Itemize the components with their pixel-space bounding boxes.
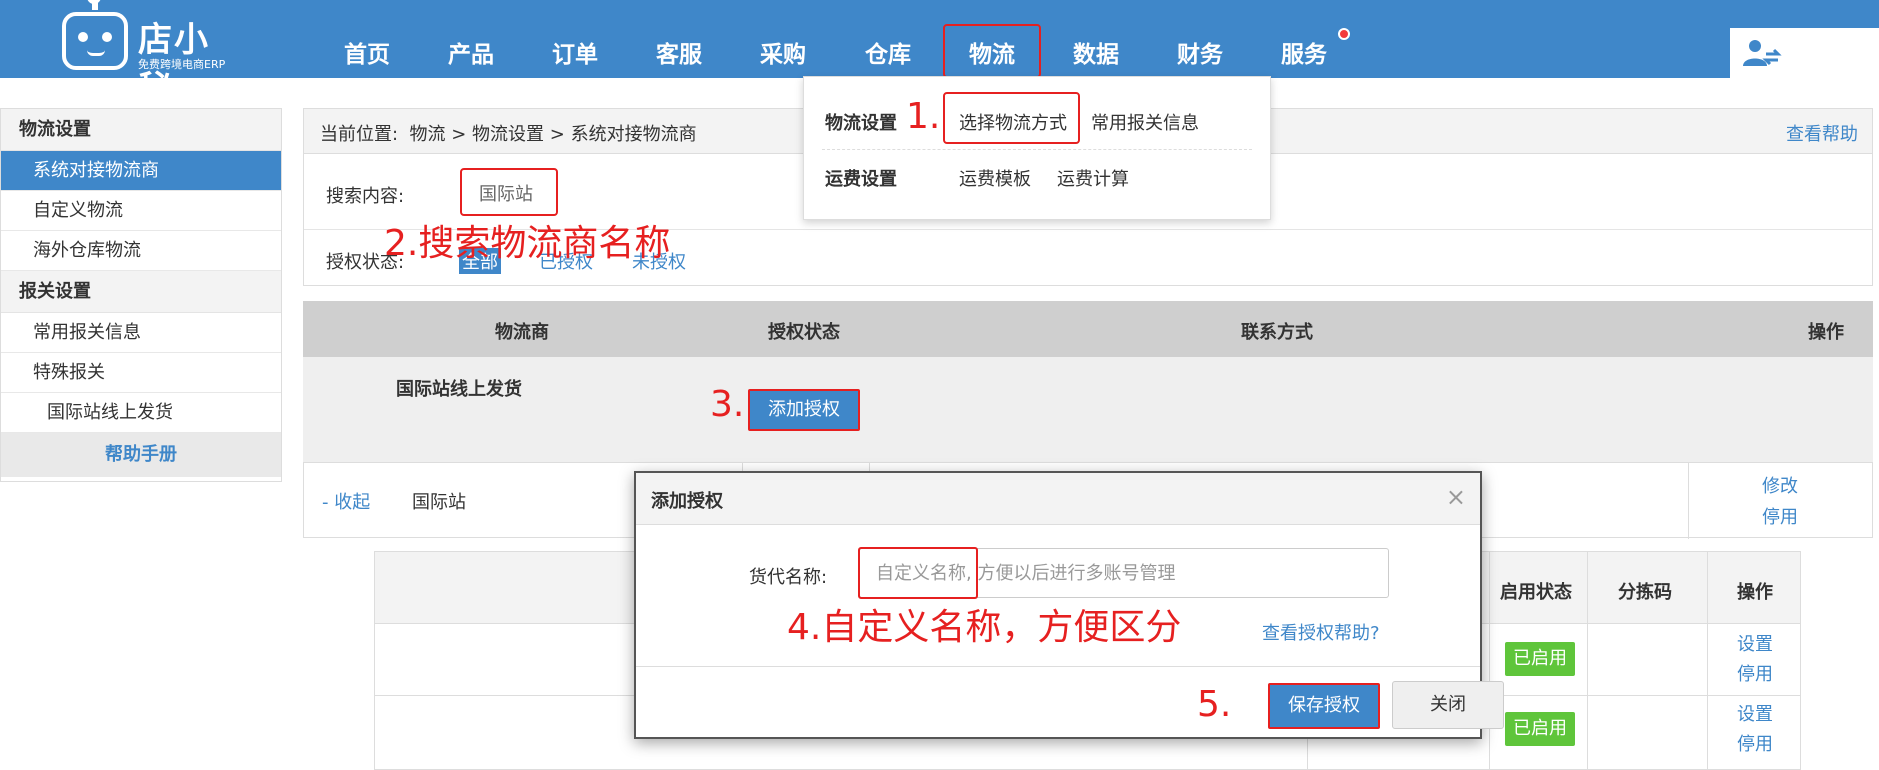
dropdown-section-logistics-settings: 物流设置 xyxy=(825,113,897,134)
dropdown-select-shipping-method[interactable]: 选择物流方式 xyxy=(959,109,1067,135)
dropdown-section-freight-settings: 运费设置 xyxy=(825,169,897,190)
status-badge: 已启用 xyxy=(1505,642,1575,676)
nav-finance[interactable]: 财务 xyxy=(1177,35,1223,69)
nav-products[interactable]: 产品 xyxy=(448,35,494,69)
annotation-step4: 4.自定义名称，方便区分 xyxy=(787,607,1182,648)
nav-warehouse[interactable]: 仓库 xyxy=(865,35,911,69)
settings-link[interactable]: 设置 xyxy=(1737,700,1773,726)
top-nav-bar: 店小秘 免费跨境电商ERP 首页 产品 订单 客服 采购 仓库 物流 数据 财务… xyxy=(0,0,1879,109)
sidebar-help-manual[interactable]: 帮助手册 xyxy=(1,433,281,477)
search-input[interactable]: 国际站 xyxy=(479,180,533,206)
dropdown-customs-info[interactable]: 常用报关信息 xyxy=(1091,109,1199,135)
header-carrier: 物流商 xyxy=(495,322,549,343)
header-actions: 操作 xyxy=(1808,322,1844,343)
header-enable-status: 启用状态 xyxy=(1500,582,1572,603)
carrier-group-name: 国际站线上发货 xyxy=(396,379,522,400)
nav-services[interactable]: 服务 xyxy=(1281,35,1327,69)
logistics-dropdown-menu: 物流设置 选择物流方式 常用报关信息 运费设置 运费模板 运费计算 xyxy=(803,76,1271,220)
header-sort-code: 分拣码 xyxy=(1618,582,1672,603)
dropdown-freight-calculator[interactable]: 运费计算 xyxy=(1057,165,1129,191)
annotation-step2: 2.搜索物流商名称 xyxy=(384,223,671,264)
breadcrumb-path[interactable]: 物流 > 物流设置 > 系统对接物流商 xyxy=(410,124,697,145)
close-dialog-button[interactable]: 关闭 xyxy=(1392,681,1504,729)
sidebar-section-logistics: 物流设置 xyxy=(1,109,281,151)
nav-customer-service[interactable]: 客服 xyxy=(656,35,702,69)
sidebar-item-alibaba-shipping[interactable]: 国际站线上发货 xyxy=(1,393,281,433)
nav-home[interactable]: 首页 xyxy=(344,35,390,69)
robot-logo-icon xyxy=(62,0,128,70)
nav-logistics-highlight xyxy=(943,24,1041,78)
annotation-step3: 3. xyxy=(710,384,745,425)
disable-link[interactable]: 停用 xyxy=(1737,730,1773,756)
carrier-group-row: 国际站线上发货 添加授权 xyxy=(303,357,1873,462)
sidebar-item-customs-info[interactable]: 常用报关信息 xyxy=(1,313,281,353)
sidebar-item-special-customs[interactable]: 特殊报关 xyxy=(1,353,281,393)
nav-purchasing[interactable]: 采购 xyxy=(760,35,806,69)
disable-link[interactable]: 停用 xyxy=(1762,503,1798,529)
nav-orders[interactable]: 订单 xyxy=(552,35,598,69)
dropdown-freight-template[interactable]: 运费模板 xyxy=(959,165,1031,191)
carrier-table-header: 物流商 授权状态 联系方式 操作 xyxy=(303,301,1873,357)
add-authorization-button[interactable]: 添加授权 xyxy=(748,389,860,431)
header-auth-status: 授权状态 xyxy=(768,322,840,343)
settings-link[interactable]: 设置 xyxy=(1737,630,1773,656)
save-authorization-button[interactable]: 保存授权 xyxy=(1268,683,1380,729)
sidebar-item-overseas-warehouse[interactable]: 海外仓库物流 xyxy=(1,231,281,271)
close-icon[interactable]: × xyxy=(1446,483,1466,511)
logo[interactable]: 店小秘 免费跨境电商ERP xyxy=(62,0,242,109)
status-badge: 已启用 xyxy=(1505,712,1575,746)
sidebar-item-custom-logistics[interactable]: 自定义物流 xyxy=(1,191,281,231)
collapse-toggle[interactable]: - 收起 xyxy=(322,488,370,514)
nav-data[interactable]: 数据 xyxy=(1073,35,1119,69)
forwarder-name-label: 货代名称: xyxy=(749,567,828,588)
breadcrumb-label: 当前位置: xyxy=(320,124,399,145)
user-menu[interactable] xyxy=(1730,28,1879,78)
user-switch-icon xyxy=(1743,40,1782,66)
header-contact: 联系方式 xyxy=(1241,322,1313,343)
auth-help-link[interactable]: 查看授权帮助? xyxy=(1262,619,1380,645)
notification-dot-icon xyxy=(1338,28,1350,40)
disable-link[interactable]: 停用 xyxy=(1737,660,1773,686)
dialog-title: 添加授权 xyxy=(651,491,723,512)
header-sub-actions: 操作 xyxy=(1737,582,1773,603)
edit-link[interactable]: 修改 xyxy=(1762,472,1798,498)
sidebar: 物流设置 系统对接物流商 自定义物流 海外仓库物流 报关设置 常用报关信息 特殊… xyxy=(0,108,282,482)
sidebar-item-system-carriers[interactable]: 系统对接物流商 xyxy=(1,151,281,191)
row-carrier-name: 国际站 xyxy=(412,492,466,513)
annotation-step5: 5. xyxy=(1197,684,1232,725)
annotation-step1: 1. xyxy=(906,96,941,137)
view-help-link[interactable]: 查看帮助 xyxy=(1786,120,1858,146)
logo-tagline: 免费跨境电商ERP xyxy=(138,58,226,71)
search-label: 搜索内容: xyxy=(326,186,405,207)
forwarder-name-input[interactable] xyxy=(859,548,1389,598)
sidebar-section-customs: 报关设置 xyxy=(1,271,281,313)
